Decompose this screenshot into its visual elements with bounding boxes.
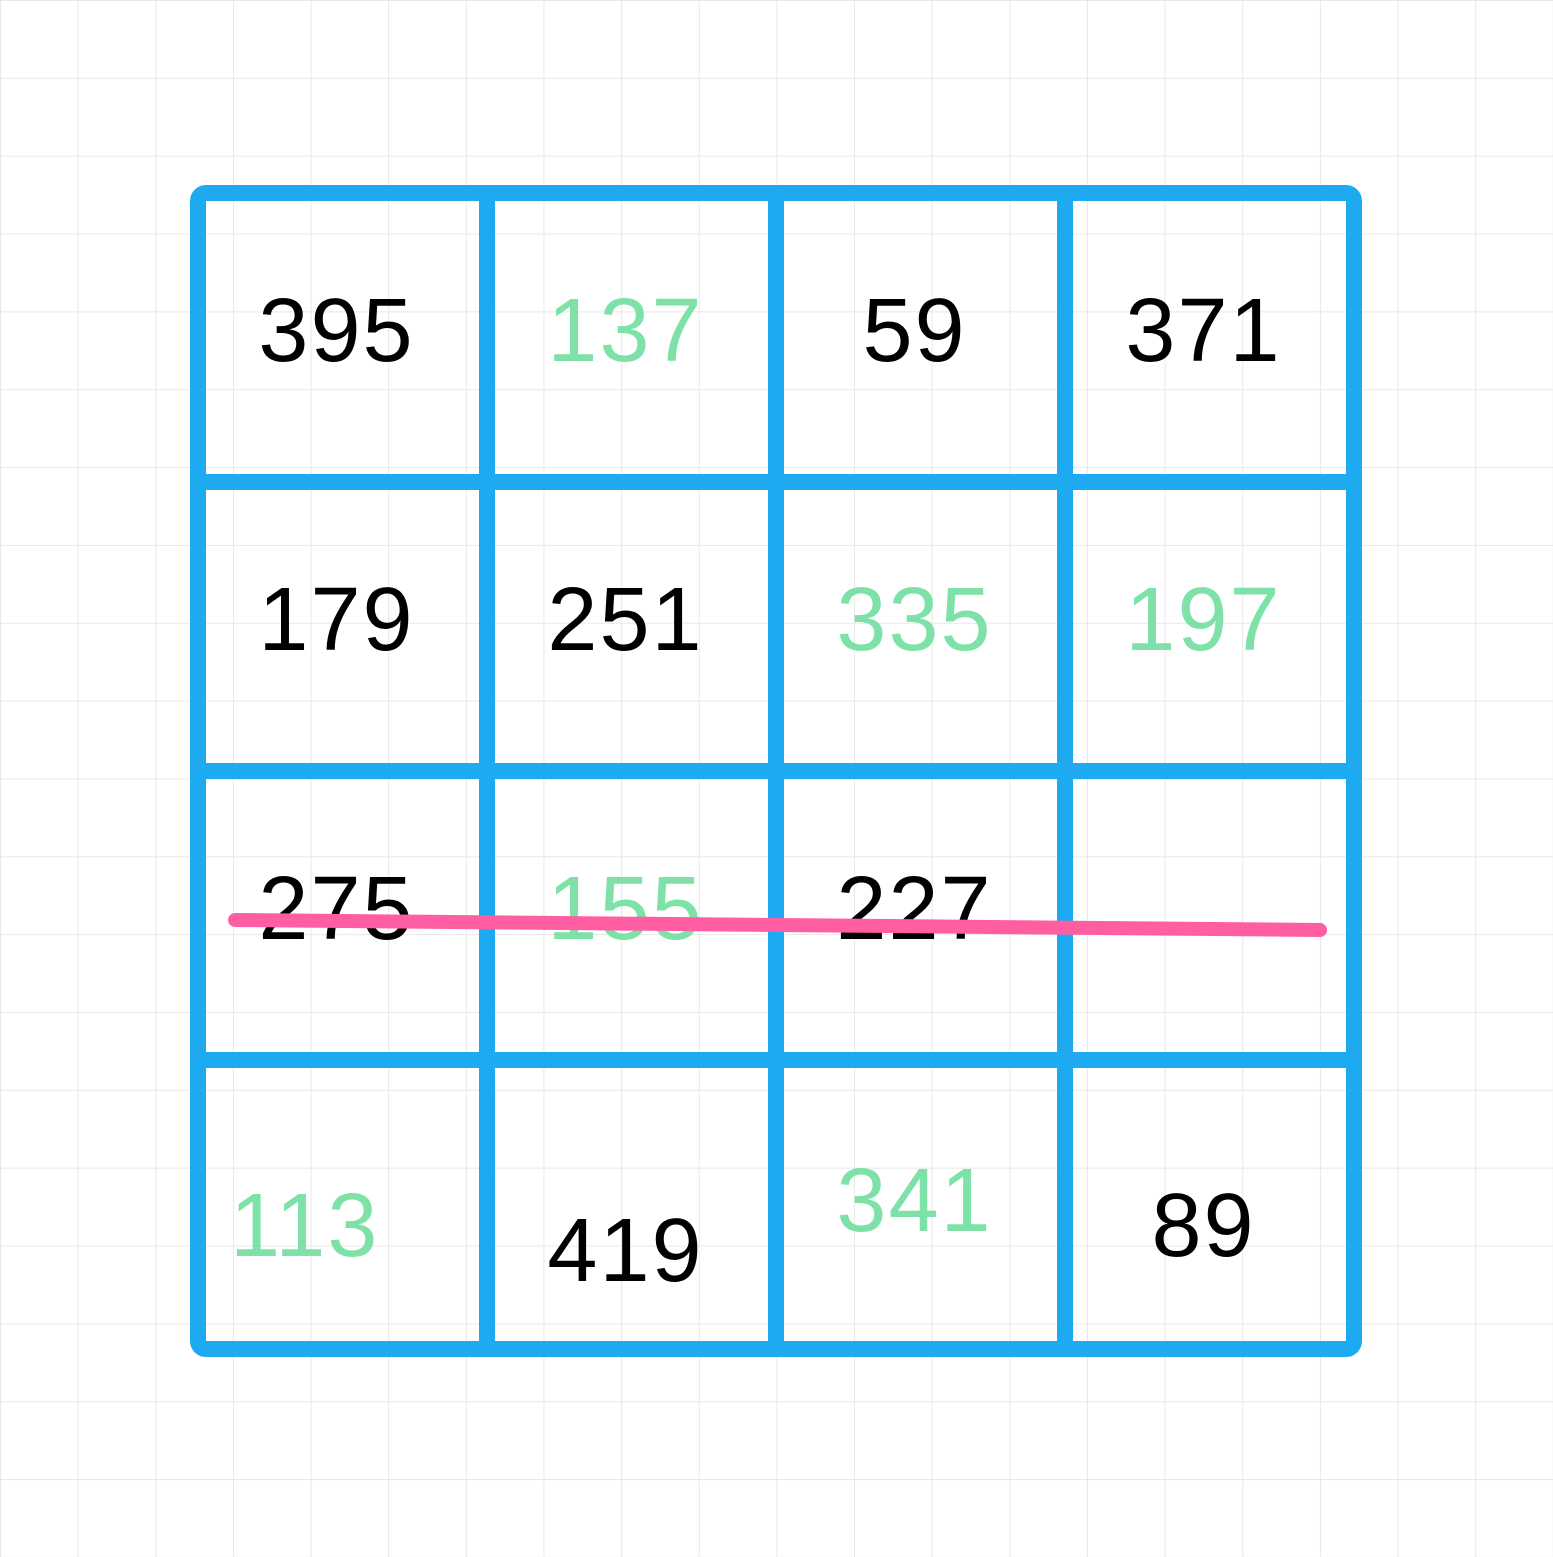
cell-3-1[interactable]: 419 [479,1080,772,1373]
cell-value: 371 [1125,280,1281,383]
game-grid: 395 137 59 371 179 251 335 197 275 155 2… [190,185,1362,1357]
cell-1-0[interactable]: 179 [190,474,483,767]
cell-value: 227 [836,858,992,961]
cell-value: 275 [258,858,414,961]
cell-2-2[interactable]: 227 [768,763,1061,1056]
cell-1-2[interactable]: 335 [768,474,1061,767]
cell-value: 113 [230,1175,379,1278]
cell-3-2[interactable]: 341 [768,1080,1061,1373]
cell-value: 137 [547,280,703,383]
cell-0-3[interactable]: 371 [1057,185,1350,478]
cell-value: 395 [258,280,414,383]
cell-3-3[interactable]: 89 [1057,1080,1350,1373]
cell-2-0[interactable]: 275 [190,763,483,1056]
cell-0-1[interactable]: 137 [479,185,772,478]
cell-3-0[interactable]: 113 [190,1080,483,1373]
cell-2-3[interactable] [1057,763,1350,1056]
cell-value: 155 [547,858,703,961]
cell-value: 335 [836,569,992,672]
cell-1-1[interactable]: 251 [479,474,772,767]
cell-value: 89 [1151,1175,1255,1278]
cell-0-0[interactable]: 395 [190,185,483,478]
cell-1-3[interactable]: 197 [1057,474,1350,767]
cell-value: 179 [258,569,414,672]
cell-2-1[interactable]: 155 [479,763,772,1056]
cell-value: 59 [862,280,966,383]
cell-value: 419 [547,1200,703,1303]
cell-value: 251 [547,569,703,672]
cell-value: 197 [1125,569,1281,672]
cell-0-2[interactable]: 59 [768,185,1061,478]
cell-value: 341 [836,1150,992,1253]
